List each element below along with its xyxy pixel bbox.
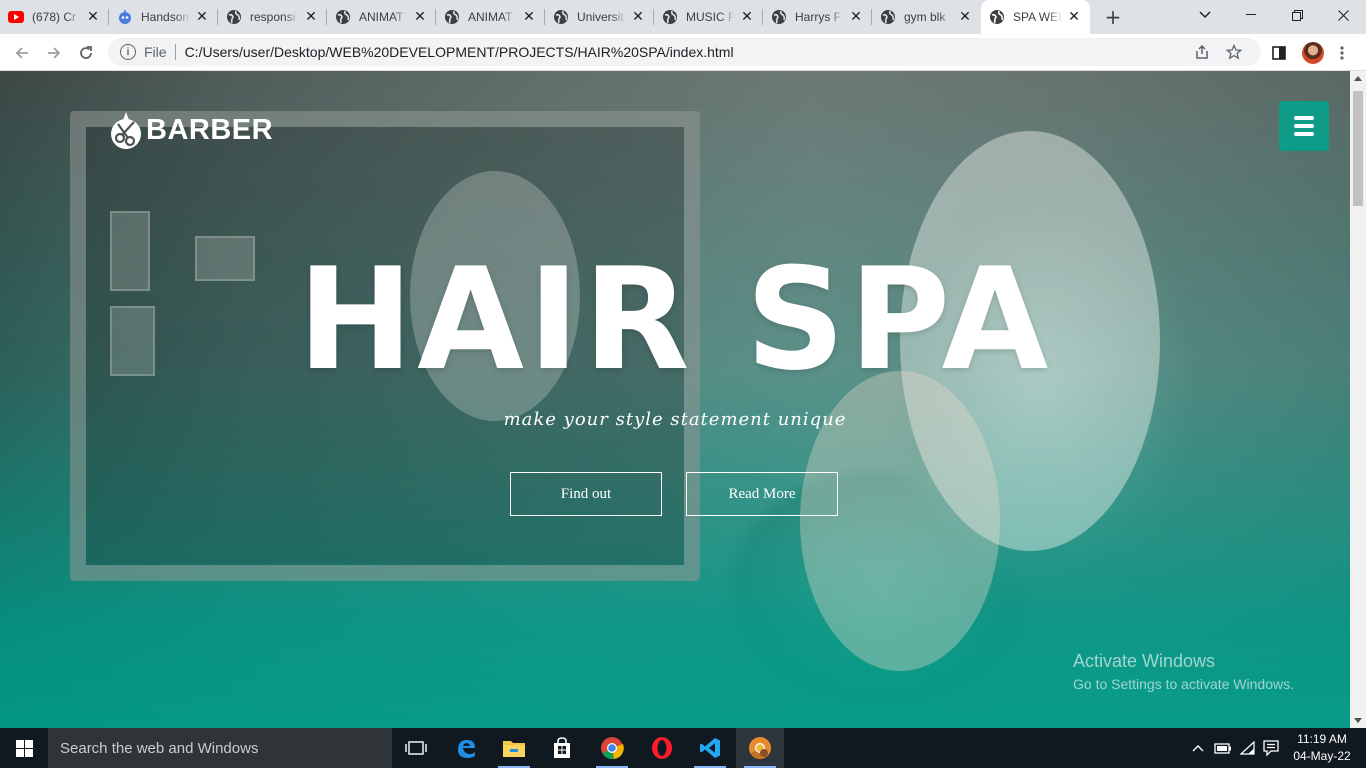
scroll-thumb[interactable] [1353, 91, 1363, 206]
globe-icon [553, 9, 569, 25]
tab-title: (678) Cr [32, 10, 77, 24]
tab-title: MUSIC P [686, 10, 735, 24]
tab-close-icon[interactable]: ✕ [521, 9, 537, 25]
browser-tab[interactable]: Harrys F ✕ [763, 0, 872, 34]
browser-tab-active[interactable]: SPA WEB ✕ [981, 0, 1090, 34]
new-tab-button[interactable]: + [1096, 0, 1130, 34]
globe-icon [226, 9, 242, 25]
divider [174, 44, 176, 60]
tab-title: Harrys F [795, 10, 841, 24]
hamburger-line [1294, 124, 1314, 128]
tab-close-icon[interactable]: ✕ [957, 9, 973, 25]
reload-icon[interactable] [72, 39, 100, 67]
barber-scissors-icon [108, 108, 144, 152]
back-arrow-icon[interactable] [8, 39, 36, 67]
scroll-down-arrow-icon[interactable] [1354, 718, 1362, 723]
page-hero: BARBER HAIR SPA make your style statemen… [0, 71, 1350, 728]
tab-close-icon[interactable]: ✕ [739, 9, 755, 25]
show-hidden-icons-chevron-icon[interactable] [1192, 728, 1204, 768]
windows-taskbar: Search the web and Windows 11:19 AM 04-M… [0, 728, 1366, 768]
file-explorer-icon[interactable] [490, 728, 538, 768]
tab-close-icon[interactable]: ✕ [85, 9, 101, 25]
browser-tab[interactable]: ANIMAT ✕ [327, 0, 436, 34]
tab-close-icon[interactable]: ✕ [630, 9, 646, 25]
info-icon[interactable]: i [120, 44, 136, 60]
tab-title: ANIMAT [359, 10, 404, 24]
notifications-icon[interactable] [1263, 728, 1279, 768]
tab-title: gym blk [904, 10, 946, 24]
taskbar-clock[interactable]: 11:19 AM 04-May-22 [1282, 731, 1362, 765]
wifi-icon[interactable] [1240, 728, 1256, 768]
browser-tab[interactable]: Handsom ✕ [109, 0, 218, 34]
tab-close-icon[interactable]: ✕ [848, 9, 864, 25]
globe-icon [444, 9, 460, 25]
tab-title: SPA WEB [1013, 10, 1062, 24]
globe-icon [989, 9, 1005, 25]
find-out-button[interactable]: Find out [510, 472, 662, 516]
opera-icon[interactable] [638, 728, 686, 768]
browser-tab[interactable]: gym blk ✕ [872, 0, 981, 34]
hero-title: HAIR SPA [297, 237, 1053, 402]
hamburger-line [1294, 116, 1314, 120]
tab-title: ANIMAT [468, 10, 513, 24]
tab-title: Handsom [141, 10, 190, 24]
browser-tab[interactable]: MUSIC P ✕ [654, 0, 763, 34]
tab-close-icon[interactable]: ✕ [303, 9, 319, 25]
globe-icon [880, 9, 896, 25]
profile-avatar[interactable] [1302, 42, 1324, 64]
url-text[interactable]: C:/Users/user/Desktop/WEB%20DEVELOPMENT/… [185, 44, 734, 60]
hero-subtitle: make your style statement unique [503, 409, 847, 430]
vscode-icon[interactable] [686, 728, 734, 768]
restore-icon[interactable] [1274, 0, 1320, 30]
tab-close-icon[interactable]: ✕ [1066, 9, 1082, 25]
browser-tab[interactable]: ANIMAT ✕ [436, 0, 545, 34]
browser-tab[interactable]: Universit ✕ [545, 0, 654, 34]
tab-close-icon[interactable]: ✕ [194, 9, 210, 25]
tab-title: Universit [577, 10, 624, 24]
page-scrollbar[interactable] [1350, 71, 1366, 728]
minimize-icon[interactable] [1228, 0, 1274, 30]
bookmark-star-icon[interactable] [1226, 38, 1242, 66]
tab-strip: (678) Cr ✕ Handsom ✕ responsi ✕ ANIMAT ✕… [0, 0, 1366, 34]
globe-icon [335, 9, 351, 25]
youtube-icon [8, 9, 24, 25]
side-panel-icon[interactable] [1265, 39, 1293, 67]
scheme-label: File [144, 44, 167, 60]
read-more-button[interactable]: Read More [686, 472, 838, 516]
forward-arrow-icon[interactable] [40, 39, 68, 67]
globe-icon [771, 9, 787, 25]
address-bar[interactable]: i File C:/Users/user/Desktop/WEB%20DEVEL… [108, 38, 1261, 66]
hamburger-menu-button[interactable] [1279, 101, 1329, 151]
taskbar-search-input[interactable]: Search the web and Windows [48, 728, 392, 768]
activate-windows-watermark: Activate Windows Go to Settings to activ… [1073, 651, 1294, 692]
edge-icon[interactable] [442, 728, 490, 768]
toolbar: i File C:/Users/user/Desktop/WEB%20DEVEL… [0, 34, 1366, 71]
globe-icon [662, 9, 678, 25]
store-icon[interactable] [538, 728, 586, 768]
logo[interactable]: BARBER [108, 108, 273, 152]
robot-icon [117, 9, 133, 25]
chrome-canary-icon[interactable] [736, 728, 784, 768]
watermark-title: Activate Windows [1073, 651, 1216, 671]
close-window-icon[interactable] [1320, 0, 1366, 30]
clock-date: 04-May-22 [1293, 749, 1351, 763]
hamburger-line [1294, 132, 1314, 136]
browser-tab[interactable]: (678) Cr ✕ [0, 0, 109, 34]
tab-title: responsi [250, 10, 296, 24]
clock-time: 11:19 AM [1297, 732, 1347, 746]
logo-text: BARBER [146, 113, 274, 146]
tab-search-icon[interactable] [1182, 0, 1228, 30]
battery-icon[interactable] [1214, 728, 1232, 768]
kebab-menu-icon[interactable] [1328, 39, 1356, 67]
chrome-icon[interactable] [588, 728, 636, 768]
scroll-up-arrow-icon[interactable] [1354, 76, 1362, 81]
watermark-subtitle: Go to Settings to activate Windows. [1073, 676, 1294, 692]
share-icon[interactable] [1194, 38, 1210, 66]
browser-tab[interactable]: responsi ✕ [218, 0, 327, 34]
tab-close-icon[interactable]: ✕ [412, 9, 428, 25]
windows-start-icon[interactable] [0, 728, 48, 768]
task-view-icon[interactable] [392, 728, 440, 768]
